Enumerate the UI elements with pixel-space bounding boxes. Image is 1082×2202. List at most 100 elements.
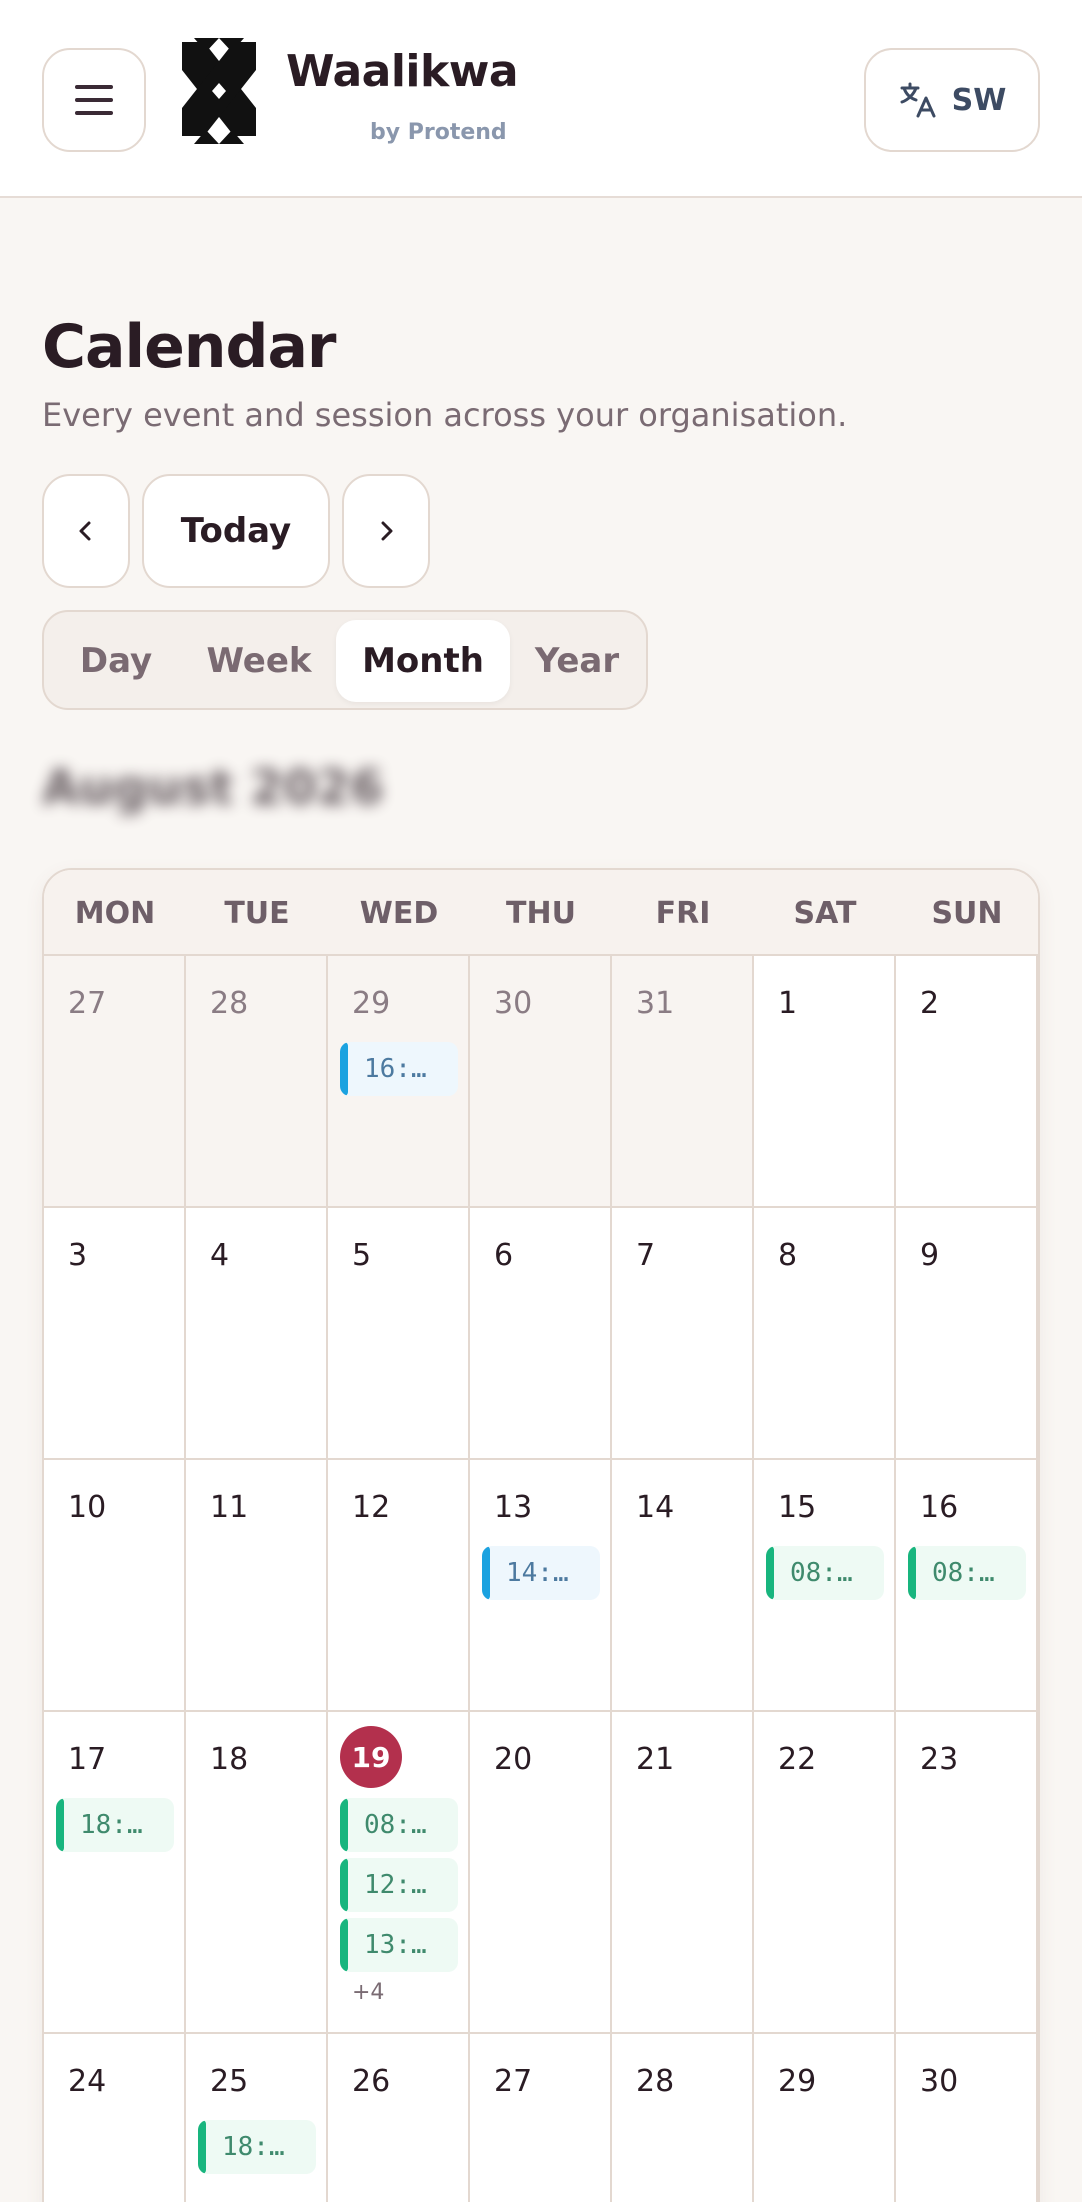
day-cell[interactable]: 29 16:…	[328, 956, 470, 1208]
day-cell[interactable]: 24	[44, 2034, 186, 2202]
more-events-link[interactable]: +4	[352, 1980, 384, 2005]
day-cell[interactable]: 20	[470, 1712, 612, 2034]
day-number: 21	[636, 1742, 675, 1777]
month-calendar: MON TUE WED THU FRI SAT SUN 27 28 29 16:… 30 31 1 2 3 4…	[42, 868, 1040, 2202]
day-number: 28	[636, 2064, 675, 2099]
day-number: 16	[920, 1490, 959, 1525]
chevron-right-icon	[381, 521, 393, 541]
day-cell[interactable]: 9	[896, 1208, 1038, 1460]
view-year[interactable]: Year	[512, 620, 642, 702]
day-number: 18	[210, 1742, 249, 1777]
today-day-number: 19	[340, 1726, 402, 1788]
day-cell[interactable]: 27	[44, 956, 186, 1208]
day-number: 29	[778, 2064, 817, 2099]
day-number: 4	[210, 1238, 230, 1273]
event-chip[interactable]: 08:…	[908, 1546, 1026, 1600]
event-chip[interactable]: 13:…	[340, 1918, 458, 1972]
event-chip[interactable]: 08:…	[340, 1798, 458, 1852]
view-day[interactable]: Day	[52, 620, 180, 702]
day-number: 25	[210, 2064, 249, 2099]
weekday-sat: SAT	[793, 895, 857, 931]
day-cell[interactable]: 30	[896, 2034, 1038, 2202]
chevron-left-icon	[79, 521, 91, 541]
day-cell[interactable]: 18	[186, 1712, 328, 2034]
weekday-sun: SUN	[931, 895, 1003, 931]
day-cell[interactable]: 10	[44, 1460, 186, 1712]
translate-icon	[900, 82, 936, 118]
language-code: SW	[951, 82, 1007, 118]
day-number: 15	[778, 1490, 817, 1525]
day-cell[interactable]: 28	[186, 956, 328, 1208]
menu-button[interactable]	[42, 48, 146, 152]
next-button[interactable]	[342, 474, 430, 588]
waalikwa-logo	[182, 38, 256, 144]
day-cell[interactable]: 26	[328, 2034, 470, 2202]
month-label: August 2026	[42, 760, 384, 816]
day-number: 22	[778, 1742, 817, 1777]
day-cell[interactable]: 3	[44, 1208, 186, 1460]
day-number: 8	[778, 1238, 798, 1273]
brand-name: Waalikwa	[286, 46, 519, 97]
day-number: 12	[352, 1490, 391, 1525]
day-cell[interactable]: 2	[896, 956, 1038, 1208]
today-button[interactable]: Today	[142, 474, 330, 588]
day-cell[interactable]: 13 14:…	[470, 1460, 612, 1712]
day-cell[interactable]: 22	[754, 1712, 896, 2034]
page-subtitle: Every event and session across your orga…	[42, 396, 848, 434]
day-cell[interactable]: 15 08:…	[754, 1460, 896, 1712]
day-cell[interactable]: 1	[754, 956, 896, 1208]
day-number: 28	[210, 986, 249, 1021]
weekday-tue: TUE	[224, 895, 290, 931]
day-cell[interactable]: 23	[896, 1712, 1038, 2034]
day-cell[interactable]: 7	[612, 1208, 754, 1460]
day-number: 20	[494, 1742, 533, 1777]
day-number: 23	[920, 1742, 959, 1777]
day-cell[interactable]: 29	[754, 2034, 896, 2202]
event-chip[interactable]: 18:…	[198, 2120, 316, 2174]
previous-button[interactable]	[42, 474, 130, 588]
day-number: 30	[920, 2064, 959, 2099]
day-cell[interactable]: 11	[186, 1460, 328, 1712]
day-number: 26	[352, 2064, 391, 2099]
day-cell[interactable]: 19 08:… 12:… 13:… +4	[328, 1712, 470, 2034]
event-chip[interactable]: 18:…	[56, 1798, 174, 1852]
day-number: 7	[636, 1238, 656, 1273]
day-cell[interactable]: 31	[612, 956, 754, 1208]
view-week[interactable]: Week	[184, 620, 334, 702]
day-cell[interactable]: 6	[470, 1208, 612, 1460]
day-cell[interactable]: 30	[470, 956, 612, 1208]
event-chip[interactable]: 08:…	[766, 1546, 884, 1600]
day-number: 11	[210, 1490, 249, 1525]
view-month[interactable]: Month	[336, 620, 510, 702]
day-number: 1	[778, 986, 798, 1021]
day-number: 14	[636, 1490, 675, 1525]
day-number: 27	[68, 986, 107, 1021]
app-header: Waalikwa by Protend SW	[0, 0, 1082, 198]
day-number: 6	[494, 1238, 514, 1273]
event-chip[interactable]: 14:…	[482, 1546, 600, 1600]
day-number: 9	[920, 1238, 940, 1273]
day-number: 24	[68, 2064, 107, 2099]
brand-subtitle: by Protend	[370, 120, 507, 145]
day-cell[interactable]: 17 18:…	[44, 1712, 186, 2034]
day-number: 31	[636, 986, 675, 1021]
day-number: 27	[494, 2064, 533, 2099]
day-cell[interactable]: 4	[186, 1208, 328, 1460]
day-number: 10	[68, 1490, 107, 1525]
day-cell[interactable]: 8	[754, 1208, 896, 1460]
day-cell[interactable]: 27	[470, 2034, 612, 2202]
event-chip[interactable]: 12:…	[340, 1858, 458, 1912]
day-cell[interactable]: 5	[328, 1208, 470, 1460]
day-cell[interactable]: 14	[612, 1460, 754, 1712]
day-number: 17	[68, 1742, 107, 1777]
day-cell[interactable]: 25 18:…	[186, 2034, 328, 2202]
day-cell[interactable]: 21	[612, 1712, 754, 2034]
weekday-wed: WED	[359, 895, 439, 931]
event-chip[interactable]: 16:…	[340, 1042, 458, 1096]
day-cell[interactable]: 16 08:…	[896, 1460, 1038, 1712]
day-number: 2	[920, 986, 940, 1021]
weekday-fri: FRI	[655, 895, 711, 931]
language-button[interactable]: SW	[864, 48, 1040, 152]
day-cell[interactable]: 12	[328, 1460, 470, 1712]
day-cell[interactable]: 28	[612, 2034, 754, 2202]
